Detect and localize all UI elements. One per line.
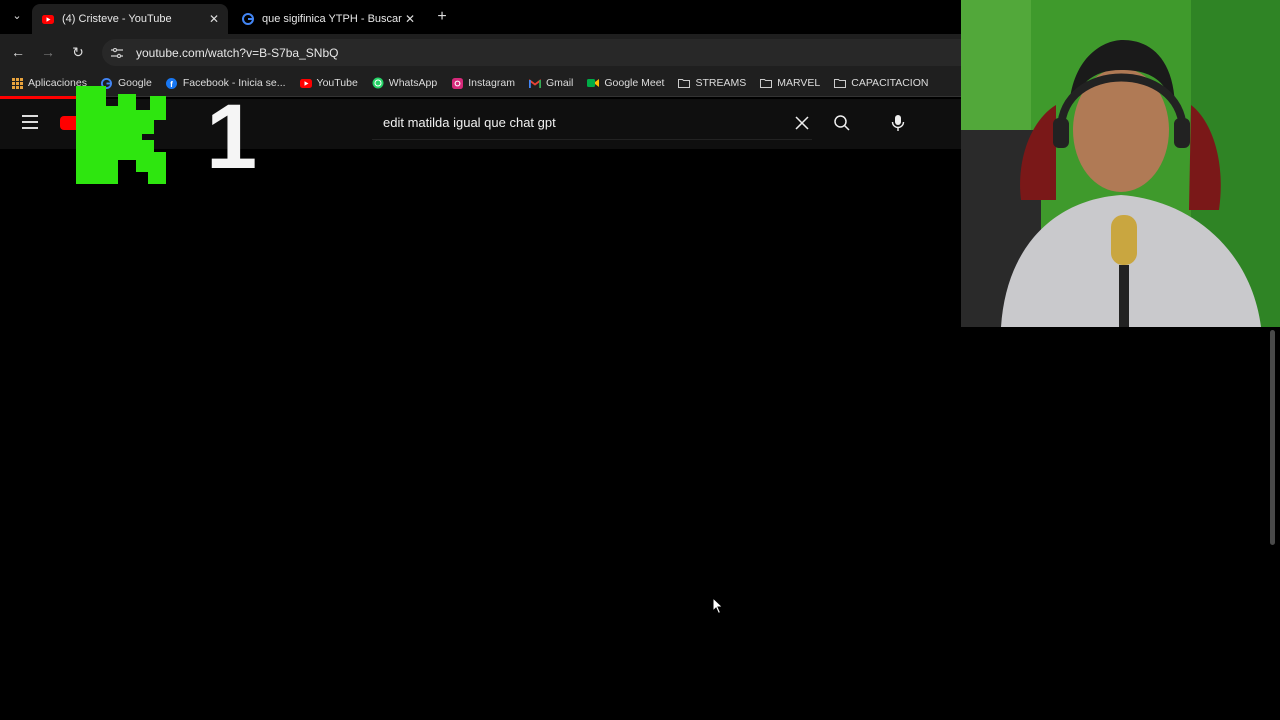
menu-hamburger-icon[interactable] xyxy=(22,115,38,129)
instagram-icon xyxy=(451,77,463,89)
folder-icon xyxy=(834,77,847,89)
whatsapp-icon xyxy=(372,77,384,89)
page-scrollbar[interactable] xyxy=(1270,330,1275,545)
bookmark-folder-streams[interactable]: STREAMS xyxy=(678,77,746,89)
tab-google-search[interactable]: que sigifinica YTPH - Buscar co ✕ xyxy=(232,4,424,34)
tab-title: que sigifinica YTPH - Buscar co xyxy=(262,13,402,25)
search-input[interactable]: edit matilda igual que chat gpt xyxy=(383,115,556,130)
new-tab-plus-icon[interactable]: + xyxy=(434,8,450,26)
tab-title: (4) Cristeve - YouTube xyxy=(62,13,172,25)
browser-toolbar: ← → ↻ youtube.com/watch?v=B-S7ba_SNbQ xyxy=(0,34,961,70)
bookmark-whatsapp[interactable]: WhatsApp xyxy=(372,77,437,89)
google-icon xyxy=(242,13,254,25)
address-bar[interactable]: youtube.com/watch?v=B-S7ba_SNbQ xyxy=(102,39,961,66)
bookmark-instagram[interactable]: Instagram xyxy=(451,77,515,89)
bookmark-label: STREAMS xyxy=(695,77,747,89)
back-arrow-icon[interactable]: ← xyxy=(9,43,27,61)
tab-strip: ⌄ (4) Cristeve - YouTube ✕ que sigifinic… xyxy=(0,0,961,34)
youtube-icon xyxy=(42,13,54,25)
folder-icon xyxy=(678,77,691,89)
apps-grid-icon xyxy=(11,77,23,89)
tab-youtube[interactable]: (4) Cristeve - YouTube ✕ xyxy=(32,4,228,34)
bookmark-label: MARVEL xyxy=(777,77,821,89)
bookmark-folder-capacitacion[interactable]: CAPACITACION xyxy=(834,77,928,89)
close-tab-icon[interactable]: ✕ xyxy=(206,12,222,26)
reload-icon[interactable]: ↻ xyxy=(69,43,87,61)
search-icon[interactable] xyxy=(830,111,854,135)
bookmark-label: YouTube xyxy=(316,77,358,89)
kick-k-logo xyxy=(76,86,166,184)
bookmark-label: Google Meet xyxy=(604,77,665,89)
bookmark-google-meet[interactable]: Google Meet xyxy=(587,77,664,89)
facebook-icon: f xyxy=(166,77,178,89)
svg-text:f: f xyxy=(170,80,173,89)
clear-search-close-icon[interactable] xyxy=(790,111,814,135)
bookmark-label: CAPACITACION xyxy=(851,77,929,89)
close-tab-icon[interactable]: ✕ xyxy=(402,12,418,26)
bookmark-label: WhatsApp xyxy=(388,77,438,89)
forward-arrow-icon[interactable]: → xyxy=(39,43,57,61)
gmail-icon xyxy=(528,77,541,89)
tab-search-chevron-icon[interactable]: ⌄ xyxy=(8,7,26,25)
overlay-number: 1 xyxy=(206,86,258,188)
folder-icon xyxy=(760,77,773,89)
url-text: youtube.com/watch?v=B-S7ba_SNbQ xyxy=(136,45,339,60)
bookmark-folder-marvel[interactable]: MARVEL xyxy=(760,77,820,89)
bookmark-label: Gmail xyxy=(545,77,574,89)
search-divider xyxy=(372,139,812,140)
webcam-feed-image xyxy=(961,0,1280,327)
bookmark-label: Instagram xyxy=(468,77,515,89)
site-info-tune-icon[interactable] xyxy=(110,46,124,60)
microphone-icon[interactable] xyxy=(886,111,910,135)
google-meet-icon xyxy=(587,77,600,89)
youtube-icon xyxy=(299,77,312,89)
bookmark-gmail[interactable]: Gmail xyxy=(528,77,574,89)
mouse-cursor-icon xyxy=(712,596,724,615)
bookmark-youtube[interactable]: YouTube xyxy=(299,77,358,89)
